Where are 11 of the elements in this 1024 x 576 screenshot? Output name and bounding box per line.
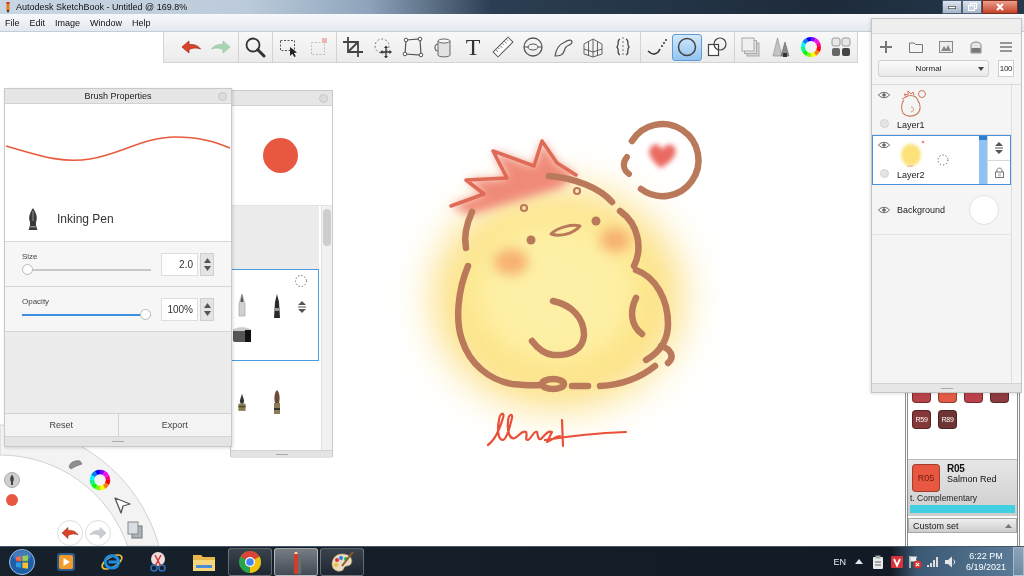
window-title: Autodesk SketchBook - Untitled @ 169.8% [16, 1, 188, 13]
layer-name: Layer2 [897, 170, 926, 181]
color-code: R05 [947, 464, 966, 474]
panel-title: Brush Properties [84, 90, 152, 102]
slider-label: Opacity [22, 297, 51, 306]
layer-name: Layer1 [897, 120, 926, 131]
brush-name: Inking Pen [57, 212, 114, 226]
layer-name: Background [897, 204, 946, 216]
slider-label: Size [22, 252, 39, 261]
color-name: Salmon Red [947, 474, 997, 484]
complementary-label: t. Complementary [910, 493, 979, 503]
